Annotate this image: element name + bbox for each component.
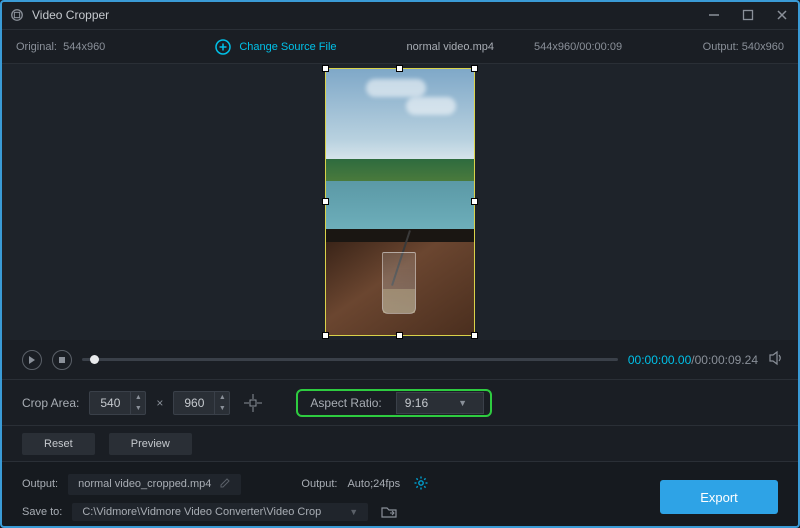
original-label: Original: 544x960 (16, 41, 105, 53)
seek-thumb[interactable] (90, 355, 99, 364)
crop-handle[interactable] (396, 65, 403, 72)
app-icon (10, 8, 24, 22)
save-to-select[interactable]: C:\Vidmore\Vidmore Video Converter\Video… (72, 503, 368, 521)
source-info: 544x960/00:00:09 (534, 41, 622, 53)
crop-handle[interactable] (322, 198, 329, 205)
infobar: Original: 544x960 Change Source File nor… (0, 30, 800, 64)
crop-handle[interactable] (396, 332, 403, 339)
gear-icon[interactable] (414, 476, 428, 493)
crop-handle[interactable] (471, 332, 478, 339)
crop-viewport[interactable] (0, 64, 800, 340)
reset-button[interactable]: Reset (22, 433, 95, 455)
source-filename: normal video.mp4 (407, 41, 494, 53)
crop-width-field[interactable]: 540 ▲▼ (89, 391, 146, 415)
crop-area-label: Crop Area: (22, 396, 79, 410)
button-row: Reset Preview (0, 426, 800, 462)
aspect-ratio-select[interactable]: 9:16 ▼ (396, 392, 484, 414)
close-button[interactable] (774, 9, 790, 21)
controls-row: Crop Area: 540 ▲▼ × 960 ▲▼ Aspect Ratio:… (0, 380, 800, 426)
chevron-down-icon: ▼ (349, 507, 358, 517)
output-file-label: Output: (22, 478, 58, 490)
titlebar: Video Cropper (0, 0, 800, 30)
chevron-down-icon: ▼ (458, 398, 467, 408)
spinner-down[interactable]: ▼ (215, 403, 229, 414)
export-button[interactable]: Export (660, 480, 778, 514)
preview-image (326, 69, 474, 335)
output-format-value: Auto;24fps (347, 478, 400, 490)
minimize-button[interactable] (706, 9, 722, 21)
preview-button[interactable]: Preview (109, 433, 192, 455)
output-file-field[interactable]: normal video_cropped.mp4 (68, 474, 241, 495)
output-dims: Output: 540x960 (703, 41, 784, 53)
seek-bar[interactable] (82, 358, 618, 361)
crop-handle[interactable] (322, 65, 329, 72)
open-folder-button[interactable] (378, 502, 400, 522)
crop-handle[interactable] (471, 65, 478, 72)
multiply-icon: × (156, 396, 163, 410)
spinner-down[interactable]: ▼ (131, 403, 145, 414)
output-format-label: Output: (301, 478, 337, 490)
change-source-button[interactable]: Change Source File (215, 39, 336, 55)
crop-handle[interactable] (322, 332, 329, 339)
stop-button[interactable] (52, 350, 72, 370)
time-display: 00:00:00.00/00:00:09.24 (628, 353, 758, 367)
spinner-up[interactable]: ▲ (215, 392, 229, 403)
aspect-ratio-label: Aspect Ratio: (310, 396, 381, 410)
window-title: Video Cropper (32, 8, 109, 22)
play-button[interactable] (22, 350, 42, 370)
crop-frame[interactable] (325, 68, 475, 336)
volume-icon[interactable] (768, 350, 784, 369)
edit-icon[interactable] (219, 477, 231, 492)
maximize-button[interactable] (740, 9, 756, 21)
save-to-label: Save to: (22, 506, 62, 518)
aspect-ratio-highlight: Aspect Ratio: 9:16 ▼ (296, 389, 491, 417)
spinner-up[interactable]: ▲ (131, 392, 145, 403)
window-controls (706, 9, 790, 21)
crop-handle[interactable] (471, 198, 478, 205)
playback-bar: 00:00:00.00/00:00:09.24 (0, 340, 800, 380)
center-crop-button[interactable] (240, 390, 266, 416)
crop-height-field[interactable]: 960 ▲▼ (173, 391, 230, 415)
